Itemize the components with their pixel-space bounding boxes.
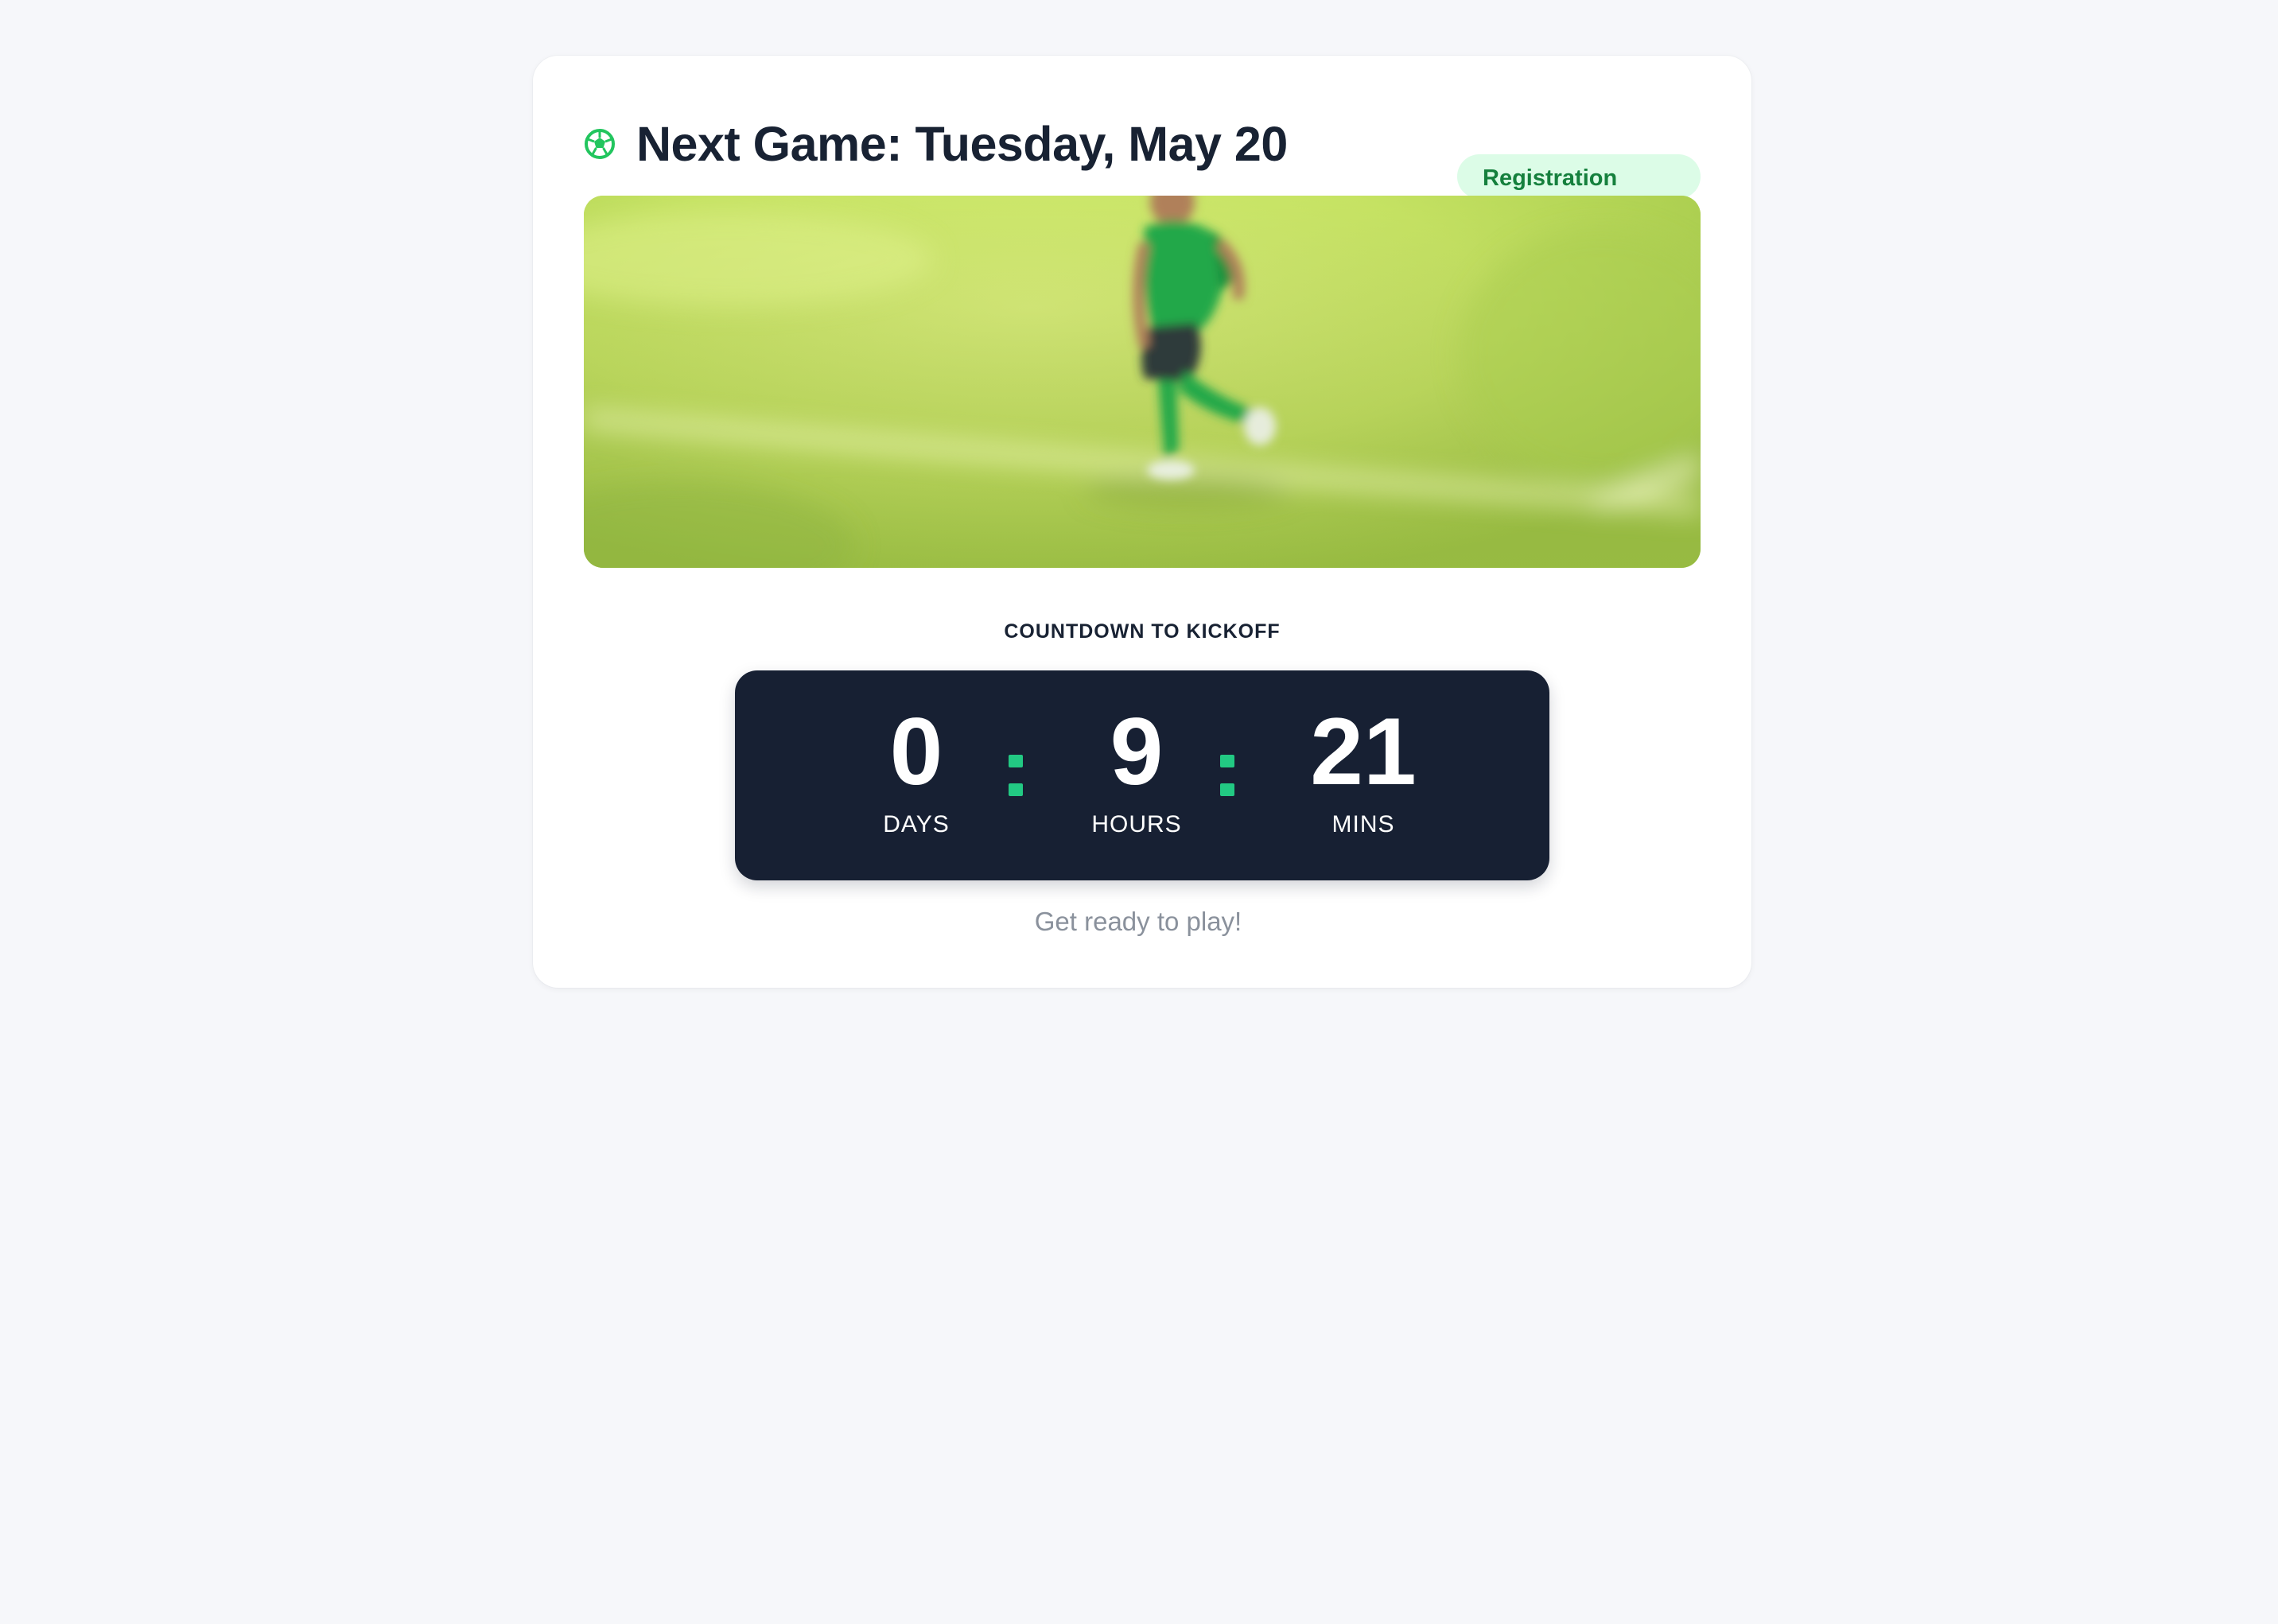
- countdown-mins: 21 MINS: [1276, 670, 1451, 880]
- countdown-hours: 9 HOURS: [1048, 670, 1225, 880]
- title-row: Next Game: Tuesday, May 20: [584, 103, 1288, 185]
- game-title: Next Game: Tuesday, May 20: [636, 117, 1288, 171]
- countdown-days: 0 DAYS: [853, 670, 980, 880]
- mins-label: MINS: [1331, 811, 1395, 837]
- hours-value: 9: [1110, 698, 1164, 805]
- countdown-label: COUNTDOWN TO KICKOFF: [1004, 620, 1281, 643]
- days-value: 0: [889, 698, 943, 805]
- days-label: DAYS: [883, 811, 950, 837]
- separator-colon: [1220, 744, 1236, 807]
- mins-value: 21: [1310, 698, 1417, 805]
- registration-status-badge: Registration Open: [1457, 154, 1701, 223]
- soccer-ball-icon: [584, 128, 616, 160]
- countdown-timer: 0 DAYS 9 HOURS 21 MINS: [735, 670, 1549, 880]
- hours-label: HOURS: [1091, 811, 1182, 837]
- hero-image: [584, 196, 1701, 568]
- separator-colon: [1009, 744, 1024, 807]
- ready-message: Get ready to play!: [1034, 907, 1242, 936]
- next-game-card: Next Game: Tuesday, May 20 Registration …: [533, 56, 1751, 988]
- card-header: Next Game: Tuesday, May 20 Registration …: [584, 103, 1701, 223]
